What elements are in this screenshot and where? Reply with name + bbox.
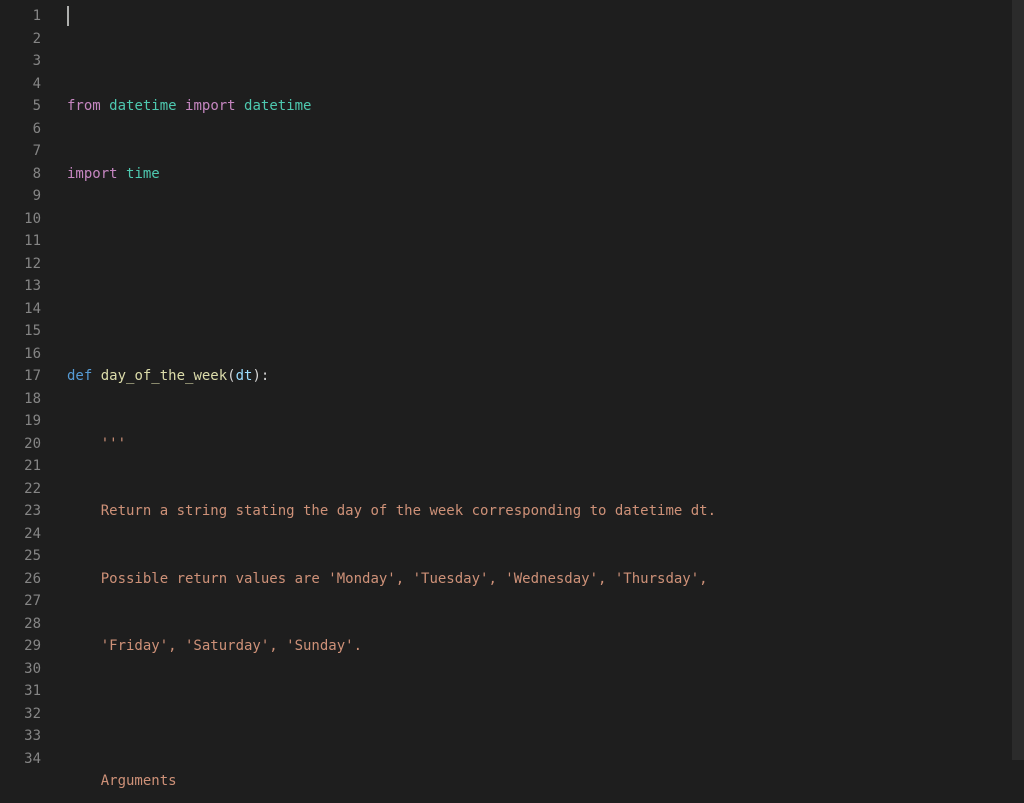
line-number: 27	[0, 590, 41, 613]
line-number: 3	[0, 50, 41, 73]
code-line: from datetime import datetime	[67, 95, 1024, 118]
line-number: 28	[0, 613, 41, 636]
line-number: 7	[0, 140, 41, 163]
line-number: 10	[0, 208, 41, 231]
line-number: 25	[0, 545, 41, 568]
code-editor[interactable]: 1234567891011121314151617181920212223242…	[0, 0, 1024, 803]
line-number: 30	[0, 658, 41, 681]
line-number: 16	[0, 343, 41, 366]
line-number: 31	[0, 680, 41, 703]
line-number: 18	[0, 388, 41, 411]
code-line: Arguments	[67, 770, 1024, 793]
line-number: 4	[0, 73, 41, 96]
code-line: '''	[67, 433, 1024, 456]
code-line: def day_of_the_week(dt):	[67, 365, 1024, 388]
line-number: 8	[0, 163, 41, 186]
line-number: 24	[0, 523, 41, 546]
code-line	[67, 230, 1024, 253]
line-number: 11	[0, 230, 41, 253]
line-number: 15	[0, 320, 41, 343]
code-line	[67, 703, 1024, 726]
code-line: Possible return values are 'Monday', 'Tu…	[67, 568, 1024, 591]
code-line: import time	[67, 163, 1024, 186]
line-number: 34	[0, 748, 41, 771]
line-number: 6	[0, 118, 41, 141]
text-cursor	[67, 6, 69, 26]
line-number: 13	[0, 275, 41, 298]
vertical-scrollbar[interactable]	[1012, 0, 1024, 803]
line-number: 1	[0, 5, 41, 28]
code-line: Return a string stating the day of the w…	[67, 500, 1024, 523]
line-number: 14	[0, 298, 41, 321]
line-number: 2	[0, 28, 41, 51]
line-number: 20	[0, 433, 41, 456]
line-number: 9	[0, 185, 41, 208]
line-number: 23	[0, 500, 41, 523]
line-number: 17	[0, 365, 41, 388]
line-number: 32	[0, 703, 41, 726]
line-number: 22	[0, 478, 41, 501]
code-line	[67, 298, 1024, 321]
scrollbar-thumb[interactable]	[1012, 0, 1024, 760]
line-number: 26	[0, 568, 41, 591]
line-number: 5	[0, 95, 41, 118]
line-number: 33	[0, 725, 41, 748]
line-number: 21	[0, 455, 41, 478]
code-area[interactable]: from datetime import datetime import tim…	[55, 0, 1024, 803]
line-number: 19	[0, 410, 41, 433]
line-number: 29	[0, 635, 41, 658]
line-number: 12	[0, 253, 41, 276]
line-number-gutter: 1234567891011121314151617181920212223242…	[0, 0, 55, 803]
code-line: 'Friday', 'Saturday', 'Sunday'.	[67, 635, 1024, 658]
